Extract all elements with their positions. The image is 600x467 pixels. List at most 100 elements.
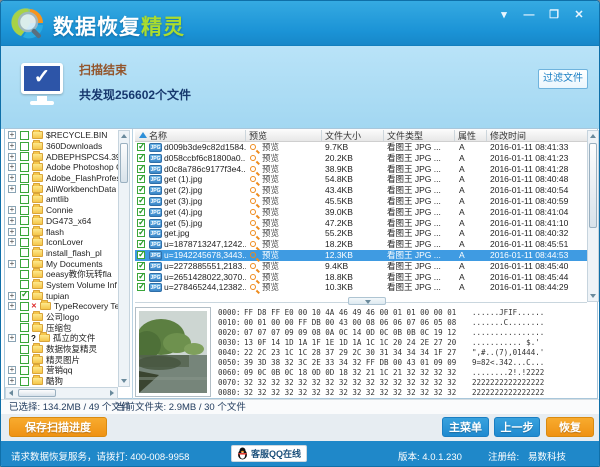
file-checkbox[interactable]: ✓ — [137, 219, 145, 227]
preview-link[interactable]: 预览 — [262, 239, 279, 250]
recover-button[interactable]: 恢复 — [546, 417, 594, 437]
tree-scroll-thumb[interactable] — [120, 143, 128, 183]
tree-item[interactable]: + ✓ ✕ ? 360Downloads — [5, 141, 118, 152]
tree-item[interactable]: + ✓ ✕ ? amtlib — [5, 194, 118, 205]
folder-checkbox[interactable]: ✓ — [20, 184, 29, 193]
tree-item[interactable]: + ✓ ✕ ? 酷狗 — [5, 376, 118, 387]
folder-checkbox[interactable]: ✓ — [20, 366, 29, 375]
file-row[interactable]: ✓ JPG u=278465244,12382... 预览 10.3KB 看图王… — [135, 282, 587, 293]
file-row[interactable]: ✓ JPG u=1942245678,3443... 预览 12.3KB 看图王… — [135, 250, 587, 261]
column-type[interactable]: 文件类型 — [387, 130, 423, 142]
tree-item[interactable]: + ✓ ✕ ? oeasy教你玩转fla — [5, 269, 118, 280]
folder-checkbox[interactable]: ✓ — [20, 259, 29, 268]
magnifier-icon[interactable] — [250, 274, 256, 280]
magnifier-icon[interactable] — [250, 155, 256, 161]
tree-item[interactable]: + ✓ ✕ ? DG473_x64 — [5, 216, 118, 227]
file-checkbox[interactable]: ✓ — [137, 186, 145, 194]
file-checkbox[interactable]: ✓ — [137, 197, 145, 205]
magnifier-icon[interactable] — [250, 209, 256, 215]
expand-icon[interactable]: + — [8, 142, 16, 150]
expand-icon[interactable]: + — [8, 238, 16, 246]
file-row[interactable]: ✓ JPG get.jpg 预览 55.2KB 看图王 JPG ... A 20… — [135, 228, 587, 239]
folder-checkbox[interactable]: ✓ — [20, 313, 29, 322]
expand-icon[interactable]: + — [8, 131, 16, 139]
magnifier-icon[interactable] — [250, 198, 256, 204]
filter-files-button[interactable]: 过滤文件 — [538, 69, 588, 89]
preview-link[interactable]: 预览 — [262, 250, 279, 261]
magnifier-icon[interactable] — [250, 176, 256, 182]
folder-checkbox[interactable]: ✓ — [20, 206, 29, 215]
folder-checkbox[interactable]: ✓ — [20, 174, 29, 183]
file-checkbox[interactable]: ✓ — [137, 283, 145, 291]
folder-checkbox[interactable]: ✓ — [20, 163, 29, 172]
folder-checkbox[interactable]: ✓ — [20, 270, 29, 279]
expand-icon[interactable]: + — [8, 228, 16, 236]
file-row[interactable]: ✓ JPG u=2651428022,3070... 预览 18.8KB 看图王… — [135, 272, 587, 283]
expand-icon[interactable]: + — [8, 217, 16, 225]
magnifier-icon[interactable] — [250, 284, 256, 290]
tree-vertical-scrollbar[interactable] — [118, 130, 130, 387]
preview-link[interactable]: 预览 — [262, 207, 279, 218]
folder-checkbox[interactable]: ✓ — [20, 216, 29, 225]
tree-item[interactable]: + ✓ ✕ ? tupian — [5, 290, 118, 301]
tree-item[interactable]: + ✓ ✕ ? flash — [5, 226, 118, 237]
magnifier-icon[interactable] — [250, 166, 256, 172]
maximize-button[interactable]: ❐ — [546, 8, 562, 23]
file-row[interactable]: ✓ JPG d009b3de9c82d1584... 预览 9.7KB 看图王 … — [135, 142, 587, 153]
preview-link[interactable]: 预览 — [262, 142, 279, 153]
column-size[interactable]: 文件大小 — [325, 130, 361, 142]
folder-checkbox[interactable]: ✓ — [20, 345, 29, 354]
magnifier-icon[interactable] — [250, 263, 256, 269]
expand-icon[interactable]: + — [8, 366, 16, 374]
close-button[interactable]: ✕ — [571, 8, 587, 23]
preview-link[interactable]: 预览 — [262, 261, 279, 272]
back-button[interactable]: 上一步 — [494, 417, 540, 437]
scroll-down-icon[interactable] — [590, 294, 596, 298]
minimize-button[interactable]: — — [521, 8, 537, 23]
folder-checkbox[interactable]: ✓ — [20, 152, 29, 161]
expand-icon[interactable]: + — [8, 185, 16, 193]
tree-item[interactable]: + ✓ ✕ ? AliWorkbenchData — [5, 183, 118, 194]
preview-link[interactable]: 预览 — [262, 174, 279, 185]
expand-icon[interactable]: + — [8, 206, 16, 214]
file-row[interactable]: ✓ JPG d058ccbf6c81800a0... 预览 20.2KB 看图王… — [135, 153, 587, 164]
expand-icon[interactable]: + — [8, 292, 16, 300]
file-row[interactable]: ✓ JPG get (5).jpg 预览 47.2KB 看图王 JPG ... … — [135, 218, 587, 229]
tree-item[interactable]: + ✓ ✕ ? ADBEPHSPCS4.39402 — [5, 151, 118, 162]
magnifier-icon[interactable] — [250, 220, 256, 226]
magnifier-icon[interactable] — [250, 252, 256, 258]
file-checkbox[interactable]: ✓ — [137, 165, 145, 173]
column-attr[interactable]: 属性 — [458, 130, 476, 142]
preview-link[interactable]: 预览 — [262, 228, 279, 239]
preview-link[interactable]: 预览 — [262, 282, 279, 293]
folder-checkbox[interactable]: ✓ — [20, 291, 29, 300]
file-checkbox[interactable]: ✓ — [137, 175, 145, 183]
file-checkbox[interactable]: ✓ — [137, 240, 145, 248]
folder-checkbox[interactable]: ✓ — [20, 355, 29, 364]
column-preview[interactable]: 预览 — [249, 130, 267, 142]
folder-checkbox[interactable]: ✓ — [20, 227, 29, 236]
magnifier-icon[interactable] — [250, 144, 256, 150]
preview-link[interactable]: 预览 — [262, 164, 279, 175]
column-modified[interactable]: 修改时间 — [490, 130, 526, 142]
expand-icon[interactable]: + — [8, 377, 16, 385]
folder-checkbox[interactable]: ✓ — [20, 142, 29, 151]
tree-item[interactable]: + ✓ ✕ ? IconLover — [5, 237, 118, 248]
expand-icon[interactable]: + — [8, 260, 16, 268]
file-checkbox[interactable]: ✓ — [137, 251, 145, 259]
tree-item[interactable]: + ✓ ✕ ? Adobe Photoshop C — [5, 162, 118, 173]
folder-checkbox[interactable]: ✓ — [20, 323, 29, 332]
scroll-down-icon[interactable] — [121, 379, 127, 383]
expand-icon[interactable]: + — [8, 163, 16, 171]
folder-checkbox[interactable]: ✓ — [20, 195, 29, 204]
preview-link[interactable]: 预览 — [262, 218, 279, 229]
file-checkbox[interactable]: ✓ — [137, 154, 145, 162]
file-row[interactable]: ✓ JPG get (4).jpg 预览 39.0KB 看图王 JPG ... … — [135, 207, 587, 218]
column-name[interactable]: 名称 — [149, 130, 167, 142]
file-checkbox[interactable]: ✓ — [137, 273, 145, 281]
scroll-left-icon[interactable] — [9, 390, 13, 396]
scroll-up-icon[interactable] — [121, 134, 127, 138]
tree-horizontal-scrollbar[interactable] — [5, 387, 118, 399]
splitter-handle[interactable] — [348, 297, 386, 305]
menu-dropdown-icon[interactable]: ▾ — [496, 8, 512, 23]
